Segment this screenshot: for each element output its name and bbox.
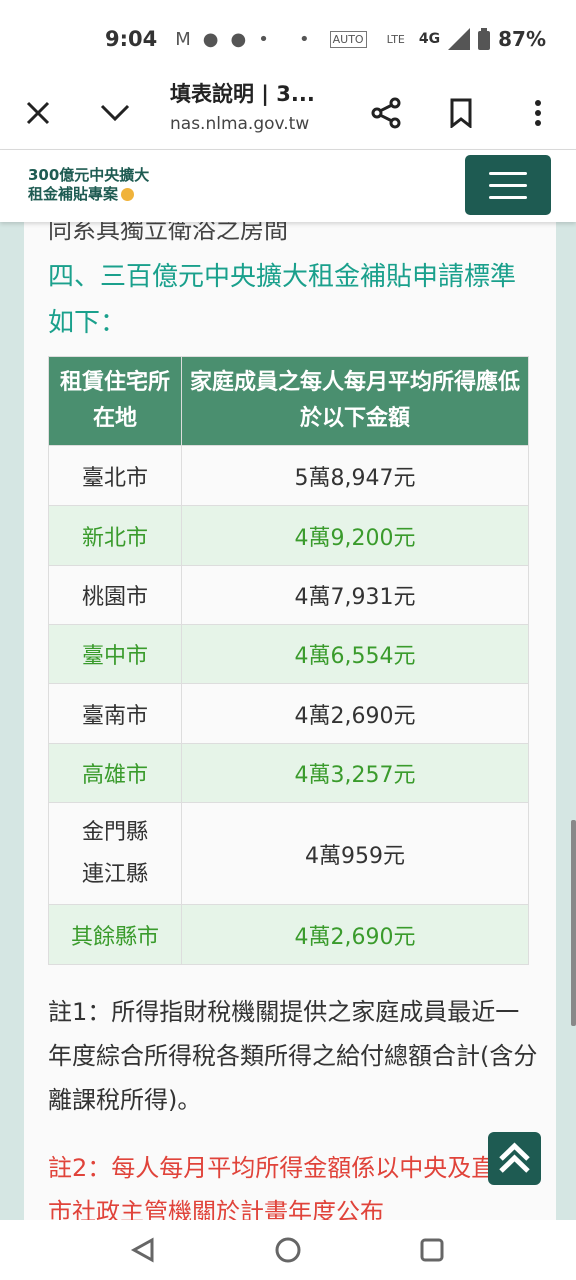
- network-label: 4G: [418, 31, 441, 47]
- cell-city: 臺中市: [48, 624, 182, 684]
- page-url[interactable]: nas.nlma.gov.tw: [170, 114, 309, 134]
- battery-level: 87%: [498, 27, 546, 51]
- share-button[interactable]: [363, 90, 409, 136]
- system-nav-bar: [0, 1220, 576, 1280]
- recents-nav-button[interactable]: [414, 1232, 450, 1268]
- page-scrollbar[interactable]: [571, 820, 576, 1026]
- menu-bar: [489, 172, 527, 175]
- volte-icon: LTE: [386, 32, 405, 46]
- close-icon: [26, 101, 50, 125]
- note-1: 註1：所得指財稅機關提供之家庭成員最近一年度綜合所得稅各類所得之給付總額合計(含…: [48, 998, 538, 1114]
- cell-amount: 4萬2,690元: [181, 904, 529, 965]
- status-time: 9:04: [105, 27, 158, 51]
- cell-city: 桃園市: [48, 565, 182, 625]
- bookmark-icon: [450, 98, 472, 128]
- dot-icon: •: [299, 28, 310, 50]
- recents-square-icon: [420, 1238, 444, 1262]
- table-row: 其餘縣市 4萬2,690元: [48, 904, 529, 965]
- signal-icon: [448, 28, 471, 50]
- logo-badge-icon: [121, 188, 135, 201]
- cell-city: 臺北市: [48, 445, 182, 506]
- cell-amount: 4萬3,257元: [181, 743, 529, 803]
- cell-amount: 4萬959元: [181, 802, 529, 905]
- cell-city: 高雄市: [48, 743, 182, 803]
- note-2: 註2：每人每月平均所得金額係以中央及直轄市社政主管機關於計畫年度公布: [48, 1154, 520, 1220]
- cell-city: 臺南市: [48, 683, 182, 744]
- cell-city: 其餘縣市: [48, 904, 182, 965]
- table-row: 桃園市 4萬7,931元: [48, 565, 529, 625]
- header-location: 租賃住宅所在地: [48, 356, 182, 446]
- facebook-icon: ●: [202, 28, 219, 50]
- hamburger-menu-button[interactable]: [465, 155, 551, 215]
- section-heading: 四、三百億元中央擴大租金補貼申請標準如下：: [48, 262, 517, 338]
- home-circle-icon: [275, 1237, 301, 1263]
- menu-button[interactable]: [515, 90, 561, 136]
- bookmark-button[interactable]: [438, 90, 484, 136]
- share-icon: [371, 97, 401, 129]
- table-row: 新北市 4萬9,200元: [48, 505, 529, 566]
- cell-city: 金門縣 連江縣: [48, 802, 182, 905]
- income-threshold-table: 租賃住宅所在地 家庭成員之每人每月平均所得應低於以下金額 臺北市 5萬8,947…: [48, 356, 529, 965]
- gmail-icon: M: [175, 28, 191, 50]
- cell-amount: 4萬9,200元: [181, 505, 529, 566]
- table-row: 高雄市 4萬3,257元: [48, 743, 529, 803]
- collapse-button[interactable]: [92, 90, 138, 136]
- page-title: 填表說明 | 3...: [170, 82, 315, 106]
- cell-city: 新北市: [48, 505, 182, 566]
- cell-amount: 4萬6,554元: [181, 624, 529, 684]
- header-amount: 家庭成員之每人每月平均所得應低於以下金額: [181, 356, 529, 446]
- table-row: 臺中市 4萬6,554元: [48, 624, 529, 684]
- table-row: 臺南市 4萬2,690元: [48, 683, 529, 744]
- logo-line1: 300億元中央擴大: [28, 166, 150, 184]
- back-triangle-icon: [130, 1237, 154, 1263]
- back-nav-button[interactable]: [126, 1232, 162, 1268]
- battery-icon: [478, 28, 491, 50]
- site-header: 300億元中央擴大 租金補貼專案: [0, 150, 576, 222]
- site-logo[interactable]: 300億元中央擴大 租金補貼專案: [28, 166, 149, 204]
- table-row: 臺北市 5萬8,947元: [48, 445, 529, 506]
- cell-amount: 4萬7,931元: [181, 565, 529, 625]
- cell-amount: 4萬2,690元: [181, 683, 529, 744]
- status-bar: 9:04 M ● ● • • AUTO LTE 4G 87%: [0, 0, 576, 78]
- menu-bar: [489, 184, 527, 187]
- browser-toolbar: 填表說明 | 3... nas.nlma.gov.tw: [0, 78, 576, 150]
- clipped-text: 同系具獨立衛浴之房間: [48, 222, 288, 244]
- cell-amount: 5萬8,947元: [181, 445, 529, 506]
- chevron-down-icon: [100, 104, 130, 122]
- more-notifications-icon: •: [258, 28, 269, 50]
- close-tab-button[interactable]: [15, 90, 61, 136]
- home-nav-button[interactable]: [270, 1232, 306, 1268]
- back-to-top-button[interactable]: [488, 1132, 541, 1185]
- logo-line2: 租金補貼專案: [28, 185, 119, 203]
- facebook-icon: ●: [230, 28, 247, 50]
- menu-bar: [489, 196, 527, 199]
- more-vert-icon: [535, 100, 541, 126]
- table-row: 金門縣 連江縣 4萬959元: [48, 802, 529, 905]
- double-chevron-up-icon: [499, 1142, 530, 1173]
- table-header-row: 租賃住宅所在地 家庭成員之每人每月平均所得應低於以下金額: [48, 356, 529, 446]
- auto-icon: AUTO: [329, 30, 367, 48]
- content-card: 同系具獨立衛浴之房間 四、三百億元中央擴大租金補貼申請標準如下： 租賃住宅所在地…: [24, 222, 556, 1220]
